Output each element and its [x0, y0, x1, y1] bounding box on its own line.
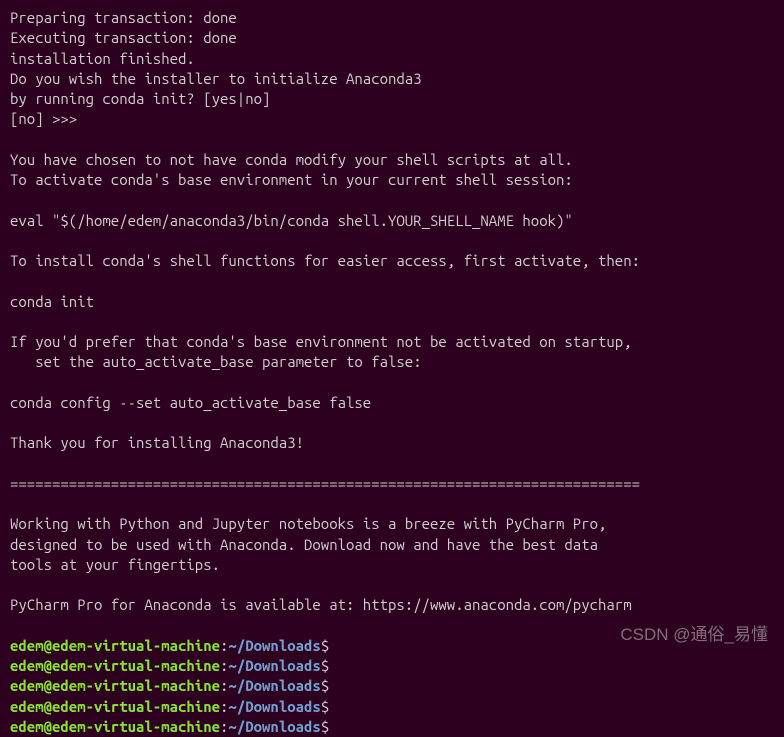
output-line	[10, 616, 774, 636]
output-line: eval "$(/home/edem/anaconda3/bin/conda s…	[10, 211, 774, 231]
prompt-user-host: edem@edem-virtual-machine	[10, 718, 220, 735]
output-line: ========================================…	[10, 474, 774, 494]
prompt-path: ~/Downloads	[228, 637, 320, 654]
output-line	[10, 312, 774, 332]
output-line	[10, 373, 774, 393]
output-line: To install conda's shell functions for e…	[10, 251, 774, 271]
output-line: PyCharm Pro for Anaconda is available at…	[10, 595, 774, 615]
output-line: [no] >>>	[10, 109, 774, 129]
prompt-user-host: edem@edem-virtual-machine	[10, 657, 220, 674]
output-line: Working with Python and Jupyter notebook…	[10, 514, 774, 534]
prompt-dollar: $	[321, 657, 329, 674]
prompt-line[interactable]: edem@edem-virtual-machine:~/Downloads$	[10, 636, 774, 656]
output-line	[10, 454, 774, 474]
prompt-dollar: $	[321, 698, 329, 715]
output-line: conda init	[10, 292, 774, 312]
prompt-separator: :	[220, 698, 228, 715]
prompt-path: ~/Downloads	[228, 718, 320, 735]
output-line: Executing transaction: done	[10, 28, 774, 48]
prompt-separator: :	[220, 677, 228, 694]
output-line	[10, 494, 774, 514]
prompt-dollar: $	[321, 637, 329, 654]
prompt-path: ~/Downloads	[228, 698, 320, 715]
prompt-line[interactable]: edem@edem-virtual-machine:~/Downloads$	[10, 676, 774, 696]
output-line: To activate conda's base environment in …	[10, 170, 774, 190]
output-line: tools at your fingertips.	[10, 555, 774, 575]
output-line: installation finished.	[10, 49, 774, 69]
output-line	[10, 271, 774, 291]
output-line: Preparing transaction: done	[10, 8, 774, 28]
prompt-separator: :	[220, 718, 228, 735]
prompt-line[interactable]: edem@edem-virtual-machine:~/Downloads$	[10, 697, 774, 717]
output-line	[10, 130, 774, 150]
prompt-dollar: $	[321, 677, 329, 694]
output-line	[10, 231, 774, 251]
output-line: You have chosen to not have conda modify…	[10, 150, 774, 170]
output-line: designed to be used with Anaconda. Downl…	[10, 535, 774, 555]
prompt-path: ~/Downloads	[228, 657, 320, 674]
output-line: If you'd prefer that conda's base enviro…	[10, 332, 774, 352]
prompt-line[interactable]: edem@edem-virtual-machine:~/Downloads$	[10, 717, 774, 737]
prompt-user-host: edem@edem-virtual-machine	[10, 698, 220, 715]
output-line: Thank you for installing Anaconda3!	[10, 433, 774, 453]
prompt-user-host: edem@edem-virtual-machine	[10, 637, 220, 654]
prompt-line[interactable]: edem@edem-virtual-machine:~/Downloads$	[10, 656, 774, 676]
terminal-output[interactable]: Preparing transaction: doneExecuting tra…	[10, 8, 774, 636]
prompt-dollar: $	[321, 718, 329, 735]
prompt-user-host: edem@edem-virtual-machine	[10, 677, 220, 694]
output-line: Do you wish the installer to initialize …	[10, 69, 774, 89]
output-line	[10, 575, 774, 595]
output-line: conda config --set auto_activate_base fa…	[10, 393, 774, 413]
output-line	[10, 413, 774, 433]
output-line: set the auto_activate_base parameter to …	[10, 352, 774, 372]
output-line	[10, 190, 774, 210]
prompt-path: ~/Downloads	[228, 677, 320, 694]
output-line: by running conda init? [yes|no]	[10, 89, 774, 109]
